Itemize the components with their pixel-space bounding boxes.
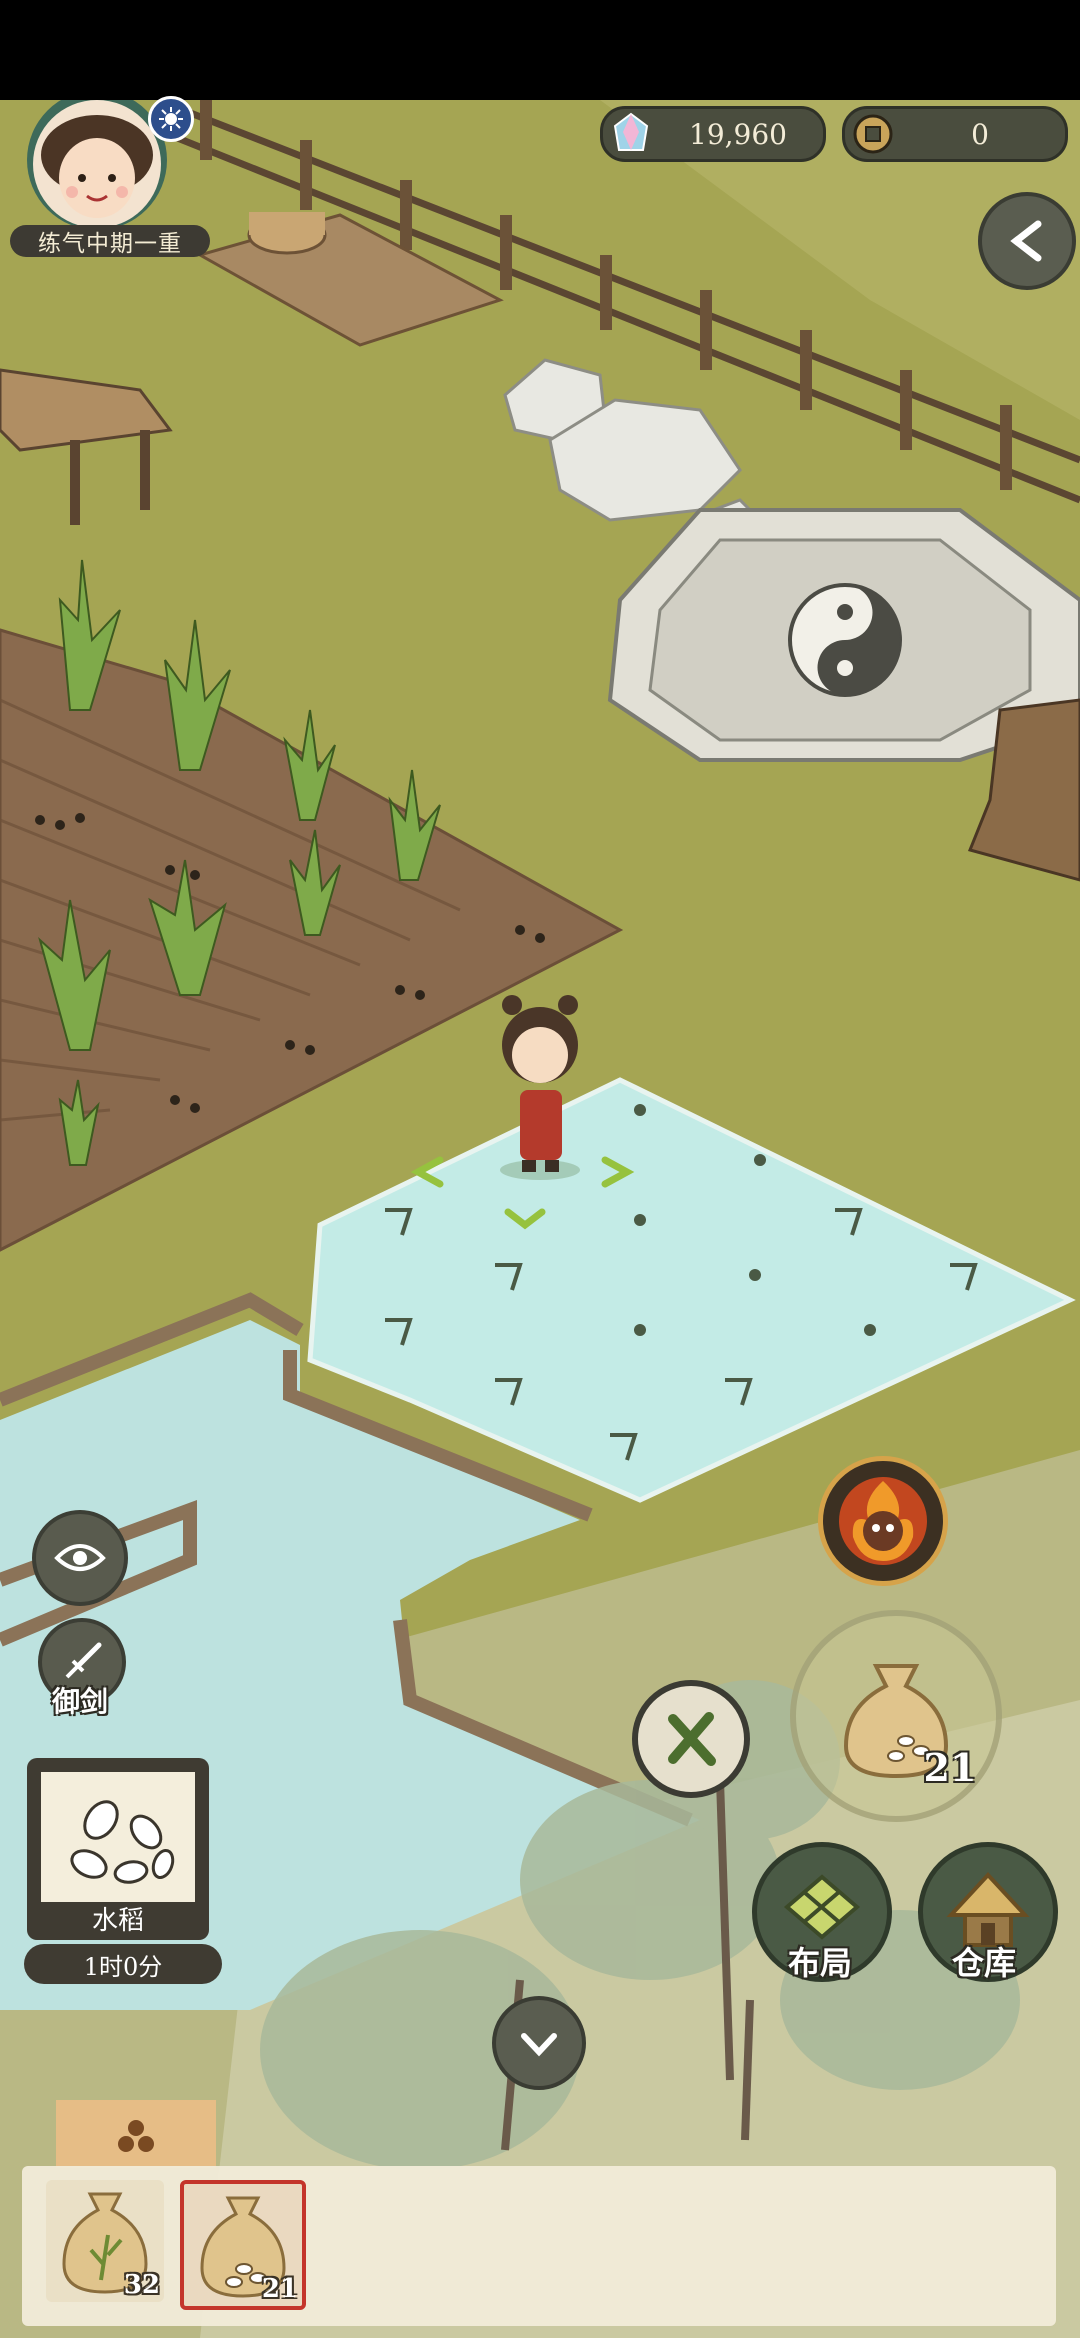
back-button[interactable] bbox=[978, 192, 1076, 290]
game-screen: 练气中期一重 19,960 0 御剑 水稻 1时0分 21 布局 仓库 32 2… bbox=[0, 0, 1080, 2338]
sword-flight-label: 御剑 bbox=[51, 1685, 108, 1718]
seed-slot-count: 32 bbox=[123, 2270, 160, 2300]
seed-pile-icon bbox=[118, 2120, 154, 2152]
chevron-left-icon bbox=[1010, 220, 1042, 262]
coin-counter[interactable]: 0 bbox=[842, 106, 1068, 162]
seed-bag-selector[interactable] bbox=[790, 1610, 1002, 1822]
rice-seed-icon bbox=[70, 1800, 175, 1884]
status-bar bbox=[0, 0, 1080, 100]
eye-icon bbox=[54, 1544, 106, 1571]
seed-slot-grass[interactable]: 32 bbox=[46, 2180, 164, 2302]
cross-icon bbox=[668, 1712, 716, 1766]
sun-icon bbox=[159, 107, 183, 131]
spirit-stone-value: 19,960 bbox=[689, 117, 787, 151]
cancel-button[interactable] bbox=[632, 1680, 750, 1798]
crop-growth-time: 1时0分 bbox=[24, 1944, 222, 1984]
cultivation-rank: 练气中期一重 bbox=[10, 225, 210, 257]
selected-crop-card[interactable]: 水稻 bbox=[27, 1758, 209, 1940]
spirit-stone-counter[interactable]: 19,960 bbox=[600, 106, 826, 162]
seed-slot-count: 21 bbox=[261, 2274, 298, 2304]
coin-value: 0 bbox=[971, 117, 989, 151]
tray-tab[interactable] bbox=[56, 2100, 216, 2168]
warehouse-label: 仓库 bbox=[951, 1944, 1016, 1982]
fire-spirit-icon bbox=[839, 1477, 927, 1565]
collapse-button[interactable] bbox=[492, 1996, 586, 2090]
crop-name: 水稻 bbox=[91, 1906, 144, 1936]
seed-tray bbox=[22, 2166, 1056, 2326]
view-toggle-button[interactable] bbox=[32, 1510, 128, 1606]
layout-label: 布局 bbox=[787, 1944, 852, 1982]
fire-spirit-button[interactable] bbox=[818, 1456, 948, 1586]
crystal-icon bbox=[613, 112, 649, 151]
coin-icon bbox=[853, 114, 893, 154]
settings-badge[interactable] bbox=[148, 96, 194, 142]
chevron-down-icon bbox=[521, 2033, 557, 2057]
sword-icon bbox=[65, 1642, 102, 1679]
seed-slot-rice[interactable]: 21 bbox=[180, 2180, 306, 2310]
seed-bag-count: 21 bbox=[923, 1745, 977, 1790]
